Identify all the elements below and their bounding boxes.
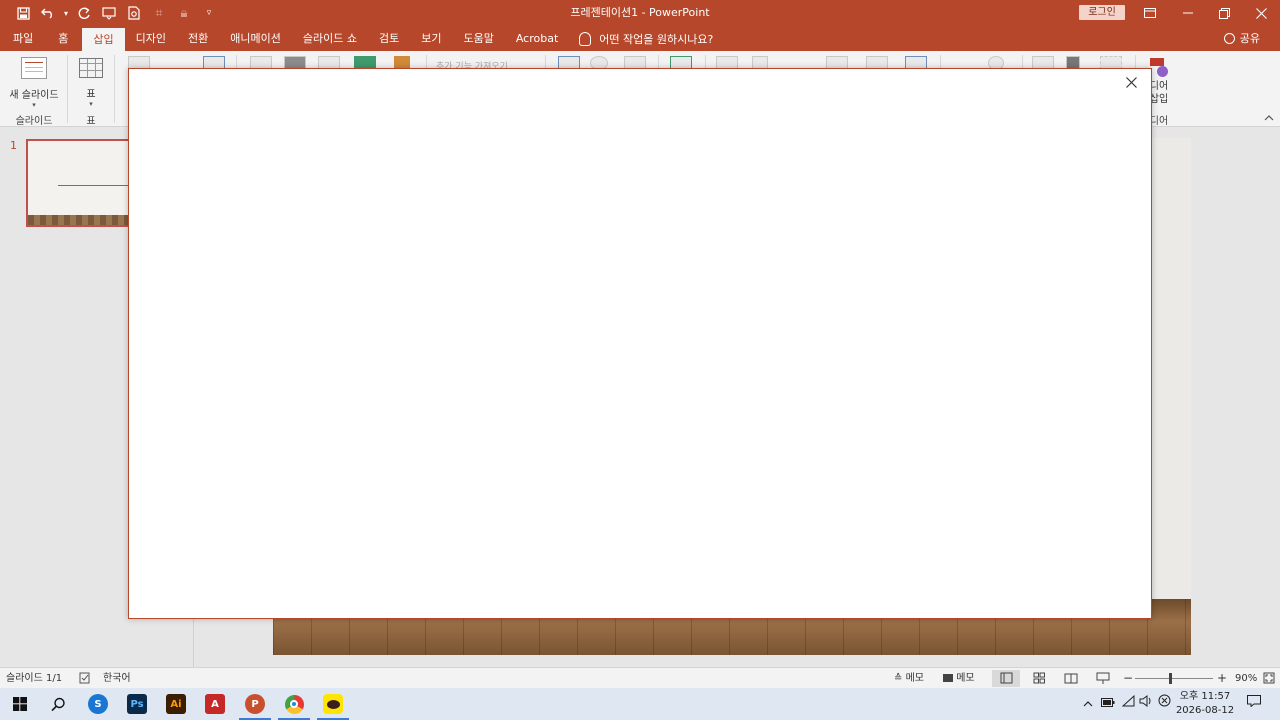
- status-bar: 슬라이드 1/1 한국어 ≙ 메모 메모 − + 90%: [0, 667, 1280, 688]
- taskbar-photoshop[interactable]: Ps: [117, 688, 157, 720]
- new-slide-button[interactable]: 새 슬라이드 ▾: [6, 55, 62, 109]
- table-icon: [79, 58, 103, 78]
- undo-icon[interactable]: [37, 2, 59, 24]
- search-icon: [50, 697, 65, 711]
- new-slide-icon: [21, 57, 47, 79]
- minimize-icon[interactable]: [1170, 0, 1206, 26]
- system-clock[interactable]: 오후 11:57 2026-08-12: [1172, 690, 1238, 718]
- notifications-icon[interactable]: [1247, 688, 1261, 720]
- slide-sorter-button[interactable]: [1025, 670, 1053, 687]
- share-button[interactable]: 공유: [1223, 26, 1260, 51]
- normal-view-button[interactable]: [992, 670, 1020, 687]
- fit-to-window-icon[interactable]: [1263, 668, 1275, 689]
- tab-insert[interactable]: 삽입: [82, 28, 125, 51]
- print-preview-icon[interactable]: [123, 2, 145, 24]
- tab-view[interactable]: 보기: [410, 26, 452, 51]
- ribbon-display-options-icon[interactable]: [1132, 0, 1168, 26]
- illustrator-icon: Ai: [166, 694, 186, 714]
- kakaotalk-icon: [323, 694, 343, 714]
- person-icon: [1223, 33, 1235, 44]
- taskbar-skype[interactable]: S: [78, 688, 118, 720]
- start-button[interactable]: [0, 688, 40, 720]
- tell-me-text: 어떤 작업을 원하시나요?: [599, 32, 714, 46]
- notes-label: 메모: [905, 673, 924, 684]
- clock-time: 오후 11:57: [1179, 691, 1231, 702]
- dialog-close-button[interactable]: [1121, 73, 1141, 93]
- signin-button[interactable]: 로그인: [1079, 5, 1125, 20]
- windows-icon: [13, 697, 27, 711]
- lock-icon: 🔒︎: [180, 5, 188, 21]
- slides-group-label: 슬라이드: [15, 116, 53, 127]
- zoom-slider-track[interactable]: [1135, 678, 1213, 679]
- zoom-out-button[interactable]: −: [1123, 668, 1133, 689]
- tab-transitions[interactable]: 전환: [177, 26, 219, 51]
- table-button[interactable]: 표 ▾: [72, 55, 110, 108]
- blank-dialog: [128, 68, 1152, 619]
- notes-button[interactable]: ≙ 메모: [894, 668, 924, 689]
- table-group-label: 표: [86, 116, 96, 127]
- volume-icon[interactable]: [1139, 688, 1153, 720]
- notes-icon: ≙: [894, 673, 903, 684]
- new-slide-label: 새 슬라이드: [9, 90, 59, 101]
- ribbon-tabs: 파일 홈 삽입 디자인 전환 애니메이션 슬라이드 쇼 검토 보기 도움말 Ac…: [0, 26, 1280, 51]
- close-icon[interactable]: [1243, 0, 1279, 26]
- acrobat-icon: A: [205, 694, 225, 714]
- format-painter-icon: ⌗: [155, 5, 163, 21]
- close-icon: [1125, 77, 1137, 88]
- chevron-down-icon[interactable]: ▾: [62, 2, 70, 24]
- restore-icon[interactable]: [1206, 0, 1242, 26]
- chrome-icon: [284, 694, 304, 714]
- title-bar: ▾ ⌗ 🔒︎ ▿ 프레젠테이션1 - PowerPoint 로그인: [0, 0, 1280, 26]
- slideshow-button[interactable]: [1089, 670, 1117, 687]
- powerpoint-icon: P: [245, 694, 265, 714]
- slide-counter: 슬라이드 1/1: [6, 673, 63, 684]
- slide-number: 1: [10, 139, 17, 152]
- tab-home[interactable]: 홈: [44, 26, 82, 51]
- collapse-ribbon-icon[interactable]: [1264, 113, 1274, 124]
- battery-icon[interactable]: [1101, 688, 1115, 720]
- clock-date: 2026-08-12: [1175, 705, 1235, 716]
- tab-file[interactable]: 파일: [2, 26, 44, 51]
- comments-label: 메모: [956, 673, 975, 684]
- taskbar: S Ps Ai A P 오후 11:57 2026-08-12: [0, 688, 1280, 720]
- table-label: 표: [86, 89, 96, 100]
- spellcheck-icon[interactable]: [79, 668, 91, 689]
- show-hidden-icons[interactable]: [1083, 688, 1093, 720]
- comment-icon: [943, 674, 953, 682]
- network-icon[interactable]: [1121, 688, 1135, 720]
- skype-icon: S: [88, 694, 108, 714]
- share-label: 공유: [1239, 32, 1260, 45]
- taskbar-kakaotalk[interactable]: [313, 688, 353, 720]
- group-separator: [114, 55, 115, 123]
- tab-acrobat[interactable]: Acrobat: [505, 26, 569, 51]
- taskbar-chrome[interactable]: [274, 688, 314, 720]
- comments-button[interactable]: 메모: [943, 668, 975, 689]
- taskbar-powerpoint[interactable]: P: [235, 688, 275, 720]
- chevron-down-icon: ▾: [89, 100, 93, 108]
- taskbar-acrobat[interactable]: A: [195, 688, 235, 720]
- zoom-level[interactable]: 90%: [1235, 668, 1257, 689]
- photoshop-icon: Ps: [127, 694, 147, 714]
- chevron-down-icon: ▾: [32, 101, 36, 109]
- taskbar-illustrator[interactable]: Ai: [156, 688, 196, 720]
- tab-design[interactable]: 디자인: [125, 26, 177, 51]
- zoom-in-button[interactable]: +: [1217, 668, 1227, 689]
- tab-help[interactable]: 도움말: [452, 26, 504, 51]
- tab-slideshow[interactable]: 슬라이드 쇼: [292, 26, 368, 51]
- zoom-slider-handle[interactable]: [1169, 673, 1172, 684]
- input-method-icon[interactable]: [1158, 688, 1171, 720]
- language-indicator[interactable]: 한국어: [103, 668, 131, 689]
- group-separator: [67, 55, 68, 123]
- tell-me-search[interactable]: 어떤 작업을 원하시나요?: [579, 26, 713, 51]
- quick-access-toolbar: ▾ ⌗ 🔒︎ ▿: [0, 0, 223, 26]
- save-icon[interactable]: [12, 2, 34, 24]
- tab-review[interactable]: 검토: [368, 26, 410, 51]
- redo-icon[interactable]: [73, 2, 95, 24]
- start-from-beginning-icon[interactable]: [98, 2, 120, 24]
- lightbulb-icon: [579, 31, 592, 46]
- search-button[interactable]: [38, 688, 78, 720]
- reading-view-button[interactable]: [1057, 670, 1085, 687]
- tab-animations[interactable]: 애니메이션: [219, 26, 292, 51]
- customize-toolbar-icon[interactable]: ▿: [198, 2, 220, 24]
